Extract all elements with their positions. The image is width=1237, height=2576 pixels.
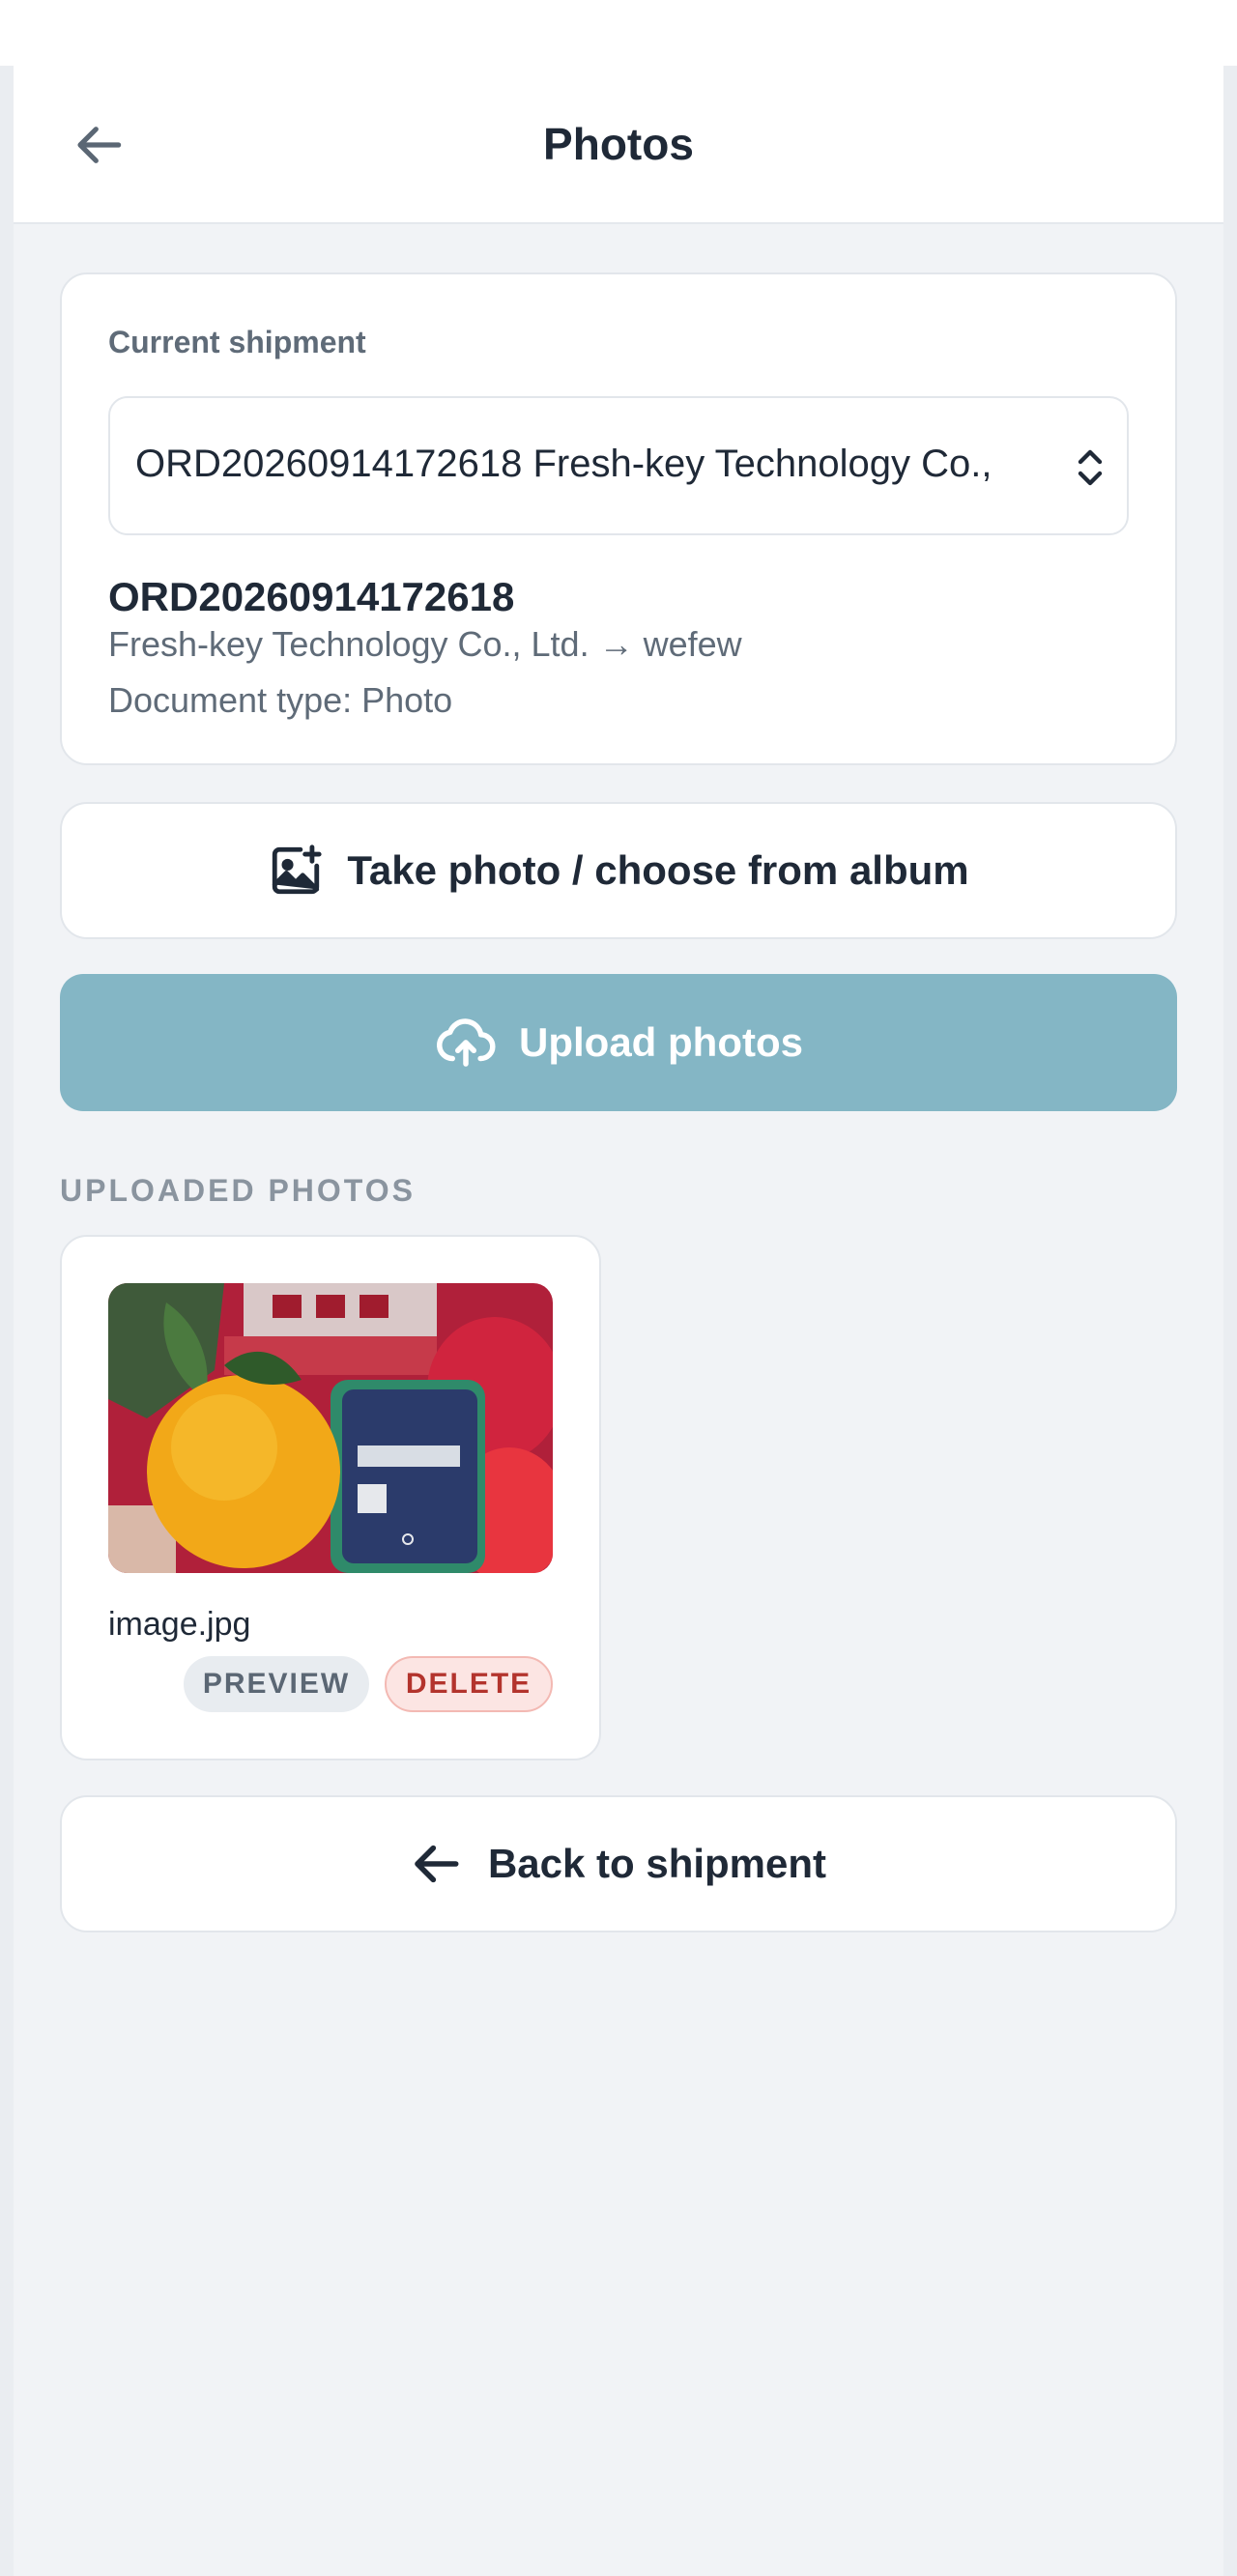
take-photo-label: Take photo / choose from album	[347, 847, 969, 893]
delete-button[interactable]: DELETE	[385, 1656, 553, 1712]
page-title: Photos	[543, 119, 694, 169]
shipment-select[interactable]: ORD20260914172618 Fresh-key Technology C…	[108, 396, 1129, 535]
image-add-icon	[273, 844, 322, 895]
shipment-select-value: ORD20260914172618 Fresh-key Technology C…	[135, 443, 992, 485]
photo-image	[108, 1283, 553, 1573]
top-app-bar: Photos	[14, 66, 1223, 224]
current-shipment-label: Current shipment	[108, 325, 366, 359]
app-screen: Photos Current shipment ORD2026091417261…	[14, 66, 1223, 2576]
preview-button[interactable]: PREVIEW	[184, 1656, 369, 1712]
upload-photos-button[interactable]: Upload photos	[60, 974, 1177, 1111]
take-photo-button[interactable]: Take photo / choose from album	[60, 802, 1177, 939]
arrow-left-icon	[415, 1845, 459, 1883]
photo-card: image.jpg PREVIEW DELETE	[60, 1235, 601, 1760]
status-bar	[0, 0, 1237, 66]
photo-file-name: image.jpg	[108, 1606, 251, 1643]
uploaded-photos-heading: UPLOADED PHOTOS	[60, 1173, 416, 1208]
shipment-card: Current shipment ORD20260914172618 Fresh…	[60, 272, 1177, 765]
chevron-up-down-icon	[1078, 449, 1103, 486]
upload-photos-label: Upload photos	[519, 1019, 803, 1065]
order-id: ORD20260914172618	[108, 574, 515, 619]
back-to-shipment-label: Back to shipment	[487, 1841, 827, 1886]
document-type: Document type: Photo	[108, 680, 453, 720]
cloud-upload-icon	[437, 1018, 496, 1067]
back-to-shipment-button[interactable]: Back to shipment	[60, 1795, 1177, 1932]
shipment-route: Fresh-key Technology Co., Ltd. → wefew	[108, 624, 742, 664]
photo-thumbnail[interactable]	[108, 1283, 553, 1573]
